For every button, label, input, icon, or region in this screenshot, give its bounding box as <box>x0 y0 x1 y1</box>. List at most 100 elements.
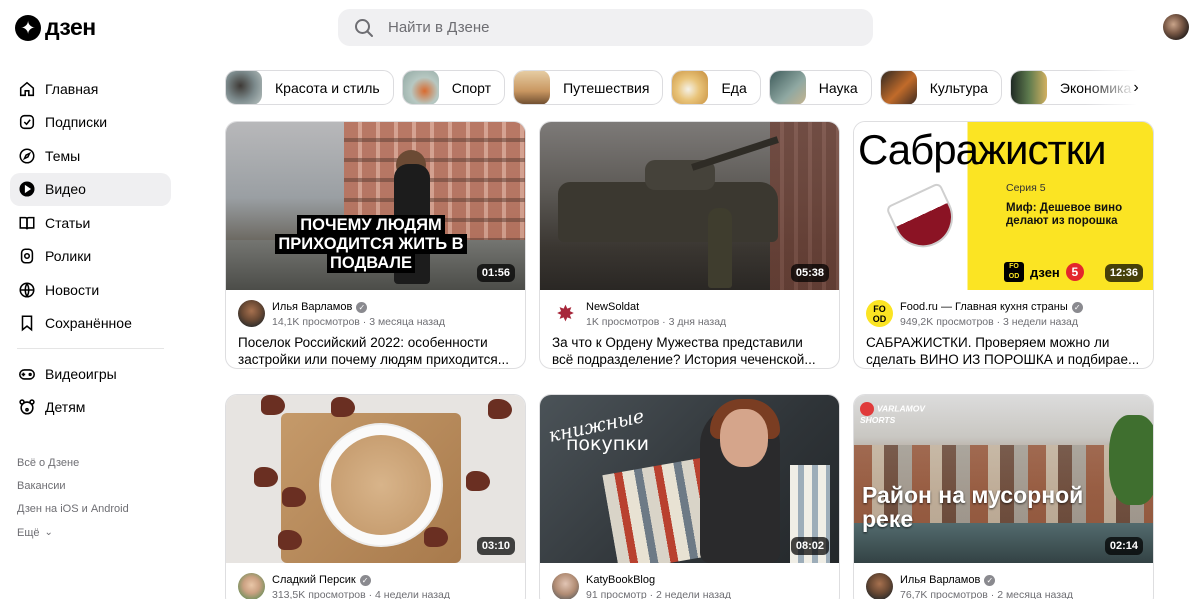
video-thumbnail[interactable]: 05:38 <box>540 122 839 290</box>
thumbnail-myth: Миф: Дешевое вино делают из порошка <box>1006 202 1123 227</box>
channel-five-logo: 5 <box>1065 263 1084 281</box>
logo-text: дзен <box>45 14 96 40</box>
sidebar-item-label: Статьи <box>45 214 91 231</box>
channel-avatar[interactable] <box>552 300 579 327</box>
channel-meta: NewSoldat 1K просмотров · 3 дня назад <box>540 290 839 334</box>
chevron-down-icon: ⌄ <box>44 527 53 539</box>
sidebar-item-news[interactable]: Новости <box>10 273 171 307</box>
thumbnail-chip <box>331 397 355 417</box>
sidebar-item-articles[interactable]: Статьи <box>10 206 171 240</box>
channel-name-row[interactable]: KatyBookBlog <box>586 574 731 586</box>
dzen-logo[interactable]: дзен <box>15 14 96 41</box>
topic-chip-culture[interactable]: Культура <box>879 70 1002 105</box>
chevron-right-icon[interactable]: › <box>1126 78 1146 98</box>
channel-avatar[interactable] <box>238 573 265 599</box>
thumbnail-chip <box>254 467 278 487</box>
video-title[interactable]: Поселок Российский 2022: особенности зас… <box>226 334 525 368</box>
video-stats: 949,2K просмотров · 3 недели назад <box>900 316 1079 328</box>
channel-name-row[interactable]: NewSoldat <box>586 301 726 313</box>
news-icon <box>17 280 36 299</box>
video-card[interactable]: ПОЧЕМУ ЛЮДЯМ ПРИХОДИТСЯ ЖИТЬ В ПОДВАЛЕ 0… <box>225 121 526 369</box>
video-stats: 91 просмотр · 2 недели назад <box>586 589 732 599</box>
bear-icon <box>17 398 36 417</box>
channel-avatar[interactable] <box>552 573 579 599</box>
channel-avatar[interactable] <box>238 300 265 327</box>
video-card[interactable]: книжные покупки 08:02 KatyBookBlog 91 пр… <box>539 394 840 599</box>
channel-name: Илья Варламов <box>900 574 981 586</box>
sidebar-item-label: Темы <box>45 147 81 164</box>
sidebar-item-shorts[interactable]: Ролики <box>10 240 171 274</box>
sidebar-nav: Главная Подписки Темы Видео Статьи Ролик… <box>10 72 171 424</box>
search-input[interactable] <box>388 19 828 36</box>
sidebar-item-topics[interactable]: Темы <box>10 139 171 173</box>
sidebar-item-home[interactable]: Главная <box>10 72 171 106</box>
sidebar-item-video[interactable]: Видео <box>10 172 171 206</box>
food-logo: FO OD <box>1004 262 1024 282</box>
video-card[interactable]: 03:10 Сладкий Персик ✓ 313,5K просмотров … <box>225 394 526 599</box>
video-thumbnail[interactable]: ПОЧЕМУ ЛЮДЯМ ПРИХОДИТСЯ ЖИТЬ В ПОДВАЛЕ 0… <box>226 122 525 290</box>
video-stats: 14,1K просмотров · 3 месяца назад <box>272 316 446 328</box>
footer-link-apps[interactable]: Дзен на iOS и Android <box>17 498 129 521</box>
footer-link-about[interactable]: Всё о Дзене <box>17 451 129 474</box>
channel-name-row[interactable]: Илья Варламов ✓ <box>900 574 1073 586</box>
channel-name-row[interactable]: Food.ru — Главная кухня страны ✓ <box>900 301 1083 313</box>
channel-name-row[interactable]: Сладкий Персик ✓ <box>272 574 450 586</box>
search-icon <box>355 18 373 37</box>
topic-label: Еда <box>721 79 747 96</box>
video-duration: 01:56 <box>476 264 515 282</box>
dzen-logo-icon <box>15 14 41 41</box>
video-card[interactable]: 05:38 NewSoldat 1K просмотров · 3 дня на… <box>539 121 840 369</box>
thumbnail-soldier <box>708 208 732 288</box>
compass-icon <box>17 146 36 165</box>
sidebar-item-label: Видео <box>45 181 86 198</box>
sidebar-divider <box>17 348 164 349</box>
sidebar-item-kids[interactable]: Детям <box>10 391 171 425</box>
thumbnail-chip <box>278 530 302 550</box>
topic-thumbnail <box>226 71 262 104</box>
video-card[interactable]: Сабражистки Серия 5 Миф: Дешевое вино де… <box>853 121 1154 369</box>
sidebar-item-label: Главная <box>45 80 99 97</box>
video-icon <box>17 180 36 199</box>
footer-link-more[interactable]: Ещё ⌄ <box>17 521 129 544</box>
video-thumbnail[interactable]: 03:10 <box>226 395 525 563</box>
sidebar-item-label: Подписки <box>45 114 108 131</box>
video-title[interactable]: САБРАЖИСТКИ. Проверяем можно ли сделать … <box>854 334 1153 368</box>
thumbnail-soup <box>331 435 431 535</box>
search-bar[interactable] <box>338 9 873 46</box>
channel-meta: Илья Варламов ✓ 14,1K просмотров · 3 меся… <box>226 290 525 334</box>
book-icon <box>17 213 36 232</box>
user-avatar[interactable] <box>1163 14 1189 40</box>
video-card[interactable]: VARLAMOV SHORTS Район на мусорной реке 0… <box>853 394 1154 599</box>
topic-thumbnail <box>769 71 806 104</box>
topic-thumbnail <box>1010 71 1047 104</box>
video-thumbnail[interactable]: книжные покупки 08:02 <box>540 395 839 563</box>
topic-chip-travel[interactable]: Путешествия <box>513 70 664 105</box>
video-title[interactable]: За что к Ордену Мужества представили всё… <box>540 334 839 368</box>
thumbnail-caption: ПОЧЕМУ ЛЮДЯМ ПРИХОДИТСЯ ЖИТЬ В ПОДВАЛЕ <box>246 215 496 273</box>
video-duration: 02:14 <box>1104 537 1143 555</box>
verified-icon: ✓ <box>359 574 371 586</box>
footer-link-jobs[interactable]: Вакансии <box>17 474 129 497</box>
sidebar-item-saved[interactable]: Сохранённое <box>10 307 171 341</box>
channel-name: Илья Варламов <box>272 301 353 313</box>
channel-avatar[interactable]: FO OD <box>866 300 893 327</box>
topic-chip-science[interactable]: Наука <box>768 70 872 105</box>
video-duration: 08:02 <box>790 537 829 555</box>
video-duration: 12:36 <box>1104 264 1143 282</box>
sidebar-item-subscriptions[interactable]: Подписки <box>10 106 171 140</box>
thumbnail-logos: FO OD дзен 5 <box>1004 262 1084 282</box>
wine-glass-icon <box>885 181 963 258</box>
channel-name-row[interactable]: Илья Варламов ✓ <box>272 301 445 313</box>
video-thumbnail[interactable]: Сабражистки Серия 5 Миф: Дешевое вино де… <box>854 122 1153 290</box>
sidebar-item-videogames[interactable]: Видеоигры <box>10 357 171 391</box>
channel-avatar[interactable] <box>866 573 893 599</box>
topic-chip-beauty[interactable]: Красота и стиль <box>225 70 394 105</box>
topic-chip-food[interactable]: Еда <box>671 70 761 105</box>
video-thumbnail[interactable]: VARLAMOV SHORTS Район на мусорной реке 0… <box>854 395 1153 563</box>
video-stats: 76,7K просмотров · 2 месяца назад <box>900 589 1074 599</box>
topic-label: Спорт <box>451 79 492 96</box>
varlamov-logo-icon <box>860 402 874 416</box>
topic-chip-sport[interactable]: Спорт <box>401 70 506 105</box>
video-stats: 313,5K просмотров · 4 недели назад <box>272 589 451 599</box>
shorts-icon <box>17 247 36 266</box>
